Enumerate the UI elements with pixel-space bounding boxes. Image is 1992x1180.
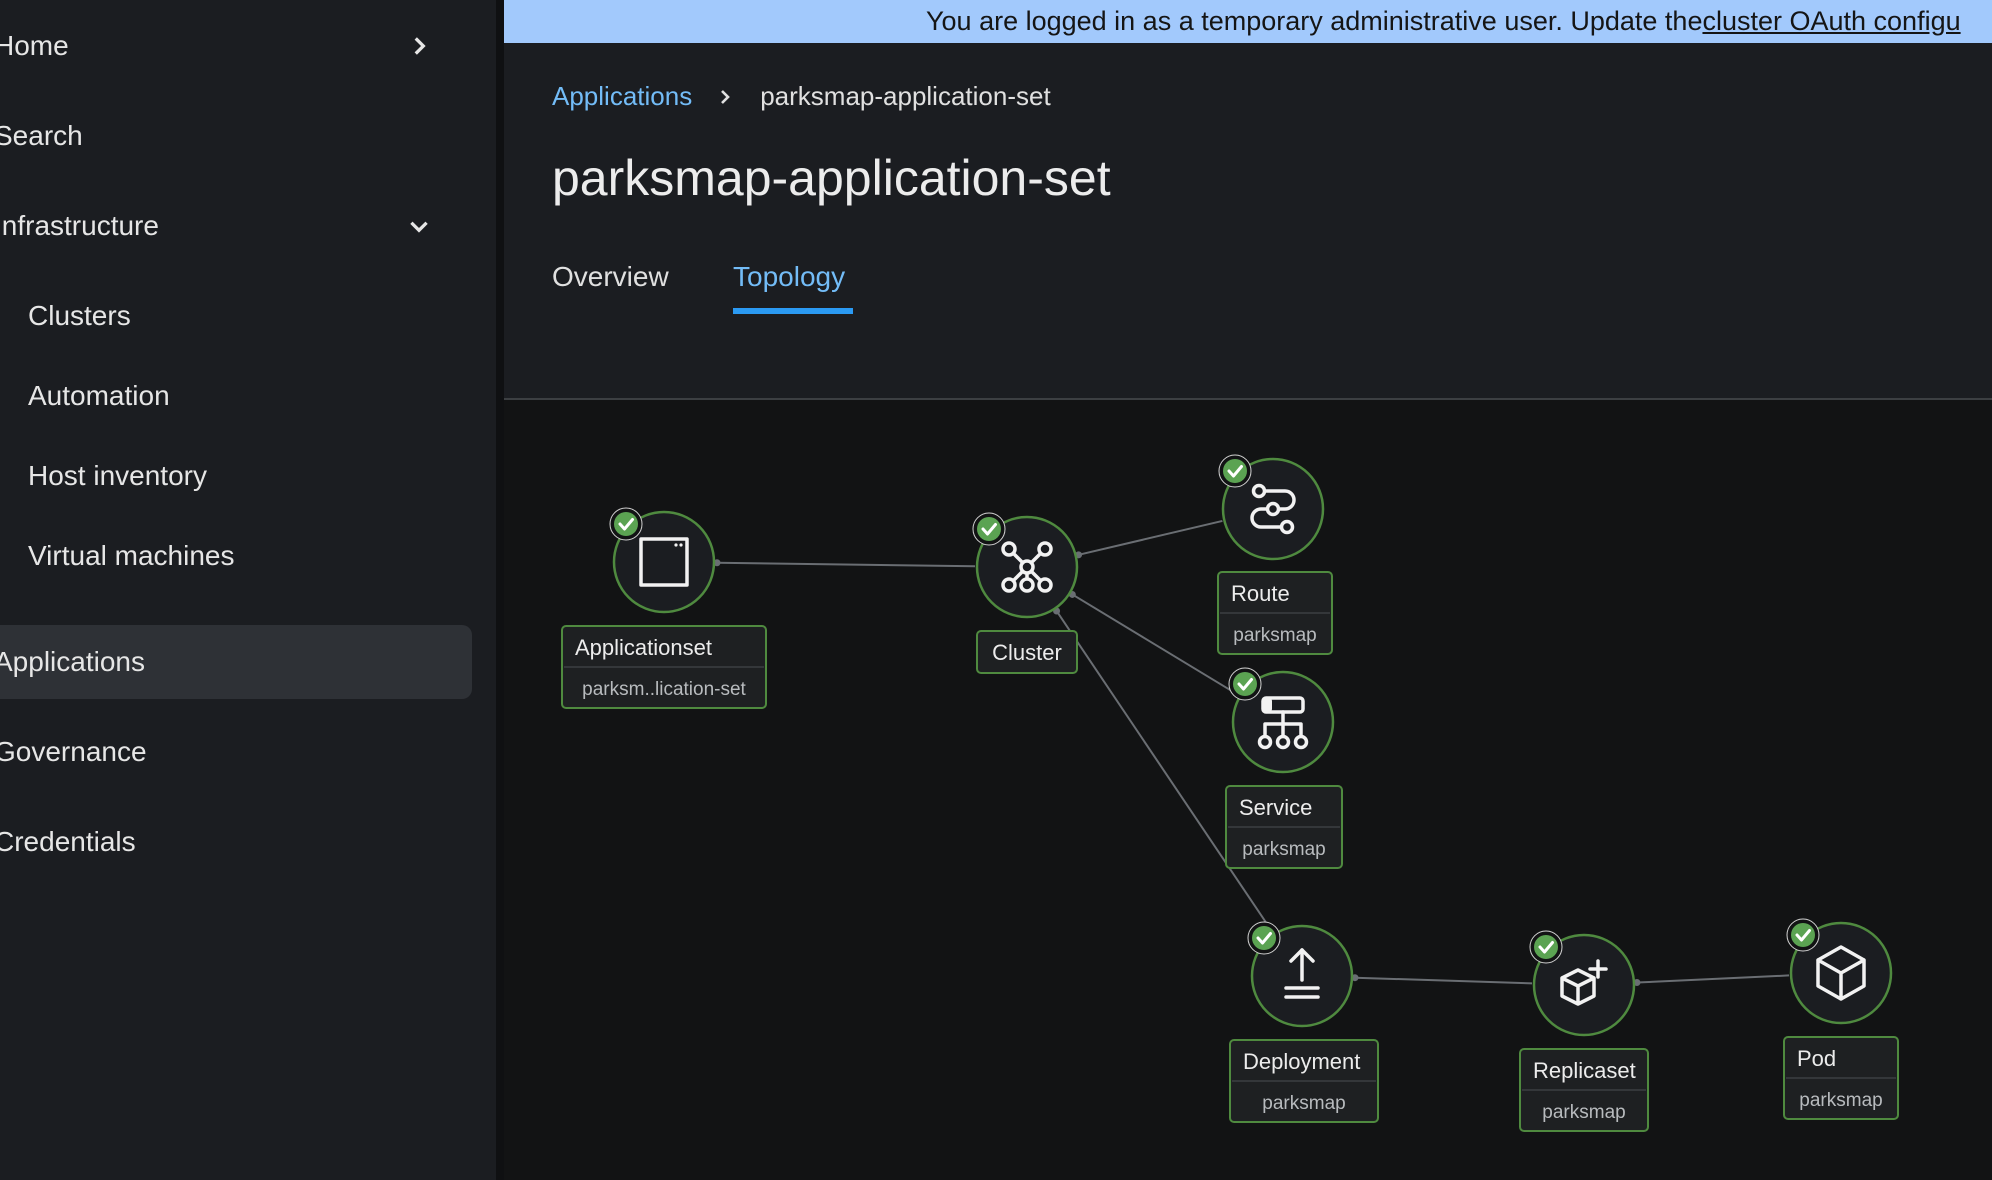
sidebar-item-label: Infrastructure: [0, 210, 159, 241]
breadcrumb-current: parksmap-application-set: [760, 81, 1051, 111]
topology-edge: [1071, 593, 1240, 696]
sidebar-item-label: Clusters: [28, 300, 131, 331]
node-title: Deployment: [1243, 1049, 1360, 1074]
node-title: Applicationset: [575, 635, 712, 660]
sidebar-item-host-inventory[interactable]: Host inventory: [28, 439, 207, 513]
active-tab-indicator: [733, 308, 853, 314]
deployment-label[interactable]: Deployment parksmap: [1229, 1039, 1379, 1123]
chevron-right-icon: [721, 89, 731, 104]
topology-edge: [1055, 610, 1274, 934]
node-subtitle: parksmap: [1242, 839, 1325, 860]
topology-edge: [1078, 519, 1223, 556]
sidebar-item-label: Governance: [0, 736, 147, 767]
temporary-admin-banner: You are logged in as a temporary adminis…: [504, 0, 1992, 43]
topology-toolbar: [504, 316, 1992, 400]
chevron-right-icon: [414, 37, 426, 55]
node-subtitle: parksmap: [1233, 625, 1316, 646]
replicaset-node[interactable]: Replicaset parksmap: [1519, 930, 1649, 1132]
node-subtitle: parksmap: [1542, 1102, 1625, 1123]
banner-text: You are logged in as a temporary adminis…: [926, 6, 1703, 36]
sidebar-item-automation[interactable]: Automation: [28, 359, 170, 433]
status-ok-icon: [609, 507, 643, 541]
status-ok-icon: [1247, 921, 1281, 955]
sidebar-item-label: Automation: [28, 380, 170, 411]
sidebar-item-label: Home: [0, 30, 69, 61]
sidebar-item-label: Host inventory: [28, 460, 207, 491]
node-subtitle: parksmap: [1262, 1093, 1345, 1114]
node-title: Cluster: [992, 640, 1062, 665]
sidebar-item-label: Virtual machines: [28, 540, 235, 571]
breadcrumb: Applications parksmap-application-set: [552, 81, 1051, 112]
chevron-down-icon: [410, 221, 428, 233]
sidebar-item-governance[interactable]: Governance: [0, 715, 147, 789]
node-title: Service: [1239, 795, 1312, 820]
tab-topology[interactable]: Topology: [733, 261, 845, 293]
cluster-oauth-config-link[interactable]: cluster OAuth configu: [1702, 6, 1960, 37]
sidebar-item-home[interactable]: Home: [0, 9, 426, 83]
pod-label[interactable]: Pod parksmap: [1783, 1036, 1899, 1120]
sidebar-nav: Home Search Infrastructure Clusters Auto…: [0, 0, 496, 1180]
sidebar-item-applications[interactable]: Applications: [0, 625, 472, 699]
sidebar-divider: [496, 0, 504, 1180]
breadcrumb-applications-link[interactable]: Applications: [552, 81, 692, 112]
service-label[interactable]: Service parksmap: [1225, 785, 1343, 869]
topology-edge: [1354, 976, 1533, 985]
deployment-node[interactable]: Deployment parksmap: [1229, 921, 1379, 1123]
node-subtitle: parksmap: [1799, 1090, 1882, 1111]
sidebar-item-label: Search: [0, 120, 83, 151]
tab-overview[interactable]: Overview: [552, 261, 669, 293]
page-header: Applications parksmap-application-set pa…: [504, 43, 1992, 316]
sidebar-item-credentials[interactable]: Credentials: [0, 805, 136, 879]
status-ok-icon: [1218, 454, 1252, 488]
replicaset-label[interactable]: Replicaset parksmap: [1519, 1048, 1649, 1132]
topology-canvas[interactable]: Applicationset parksm..lication-set Cluste…: [504, 400, 1992, 1180]
topology-edge: [1636, 974, 1790, 984]
appset-node[interactable]: Applicationset parksm..lication-set: [561, 507, 767, 709]
service-node[interactable]: Service parksmap: [1225, 667, 1343, 869]
topology-graph[interactable]: Applicationset parksm..lication-set Cluste…: [504, 400, 1992, 1180]
cluster-node[interactable]: Cluster: [972, 512, 1079, 674]
node-subtitle: parksm..lication-set: [582, 679, 746, 700]
sidebar-item-search[interactable]: Search: [0, 99, 83, 173]
route-label[interactable]: Route parksmap: [1217, 571, 1333, 655]
pod-node[interactable]: Pod parksmap: [1783, 918, 1899, 1120]
status-ok-icon: [1786, 918, 1820, 952]
status-ok-icon: [1529, 930, 1563, 964]
sidebar-item-infrastructure[interactable]: Infrastructure: [0, 189, 428, 263]
status-ok-icon: [1228, 667, 1262, 701]
sidebar-item-label: Applications: [0, 646, 145, 677]
cluster-label[interactable]: Cluster: [976, 630, 1078, 674]
appset-label[interactable]: Applicationset parksm..lication-set: [561, 625, 767, 709]
page-title: parksmap-application-set: [552, 150, 1111, 206]
status-ok-icon: [972, 512, 1006, 546]
route-node[interactable]: Route parksmap: [1217, 454, 1333, 655]
node-title: Replicaset: [1533, 1058, 1636, 1083]
topology-edge: [716, 561, 976, 568]
node-title: Route: [1231, 581, 1290, 606]
sidebar-item-label: Credentials: [0, 826, 136, 857]
sidebar-item-clusters[interactable]: Clusters: [28, 279, 131, 353]
sidebar-item-virtual-machines[interactable]: Virtual machines: [28, 519, 234, 593]
node-title: Pod: [1797, 1046, 1836, 1071]
